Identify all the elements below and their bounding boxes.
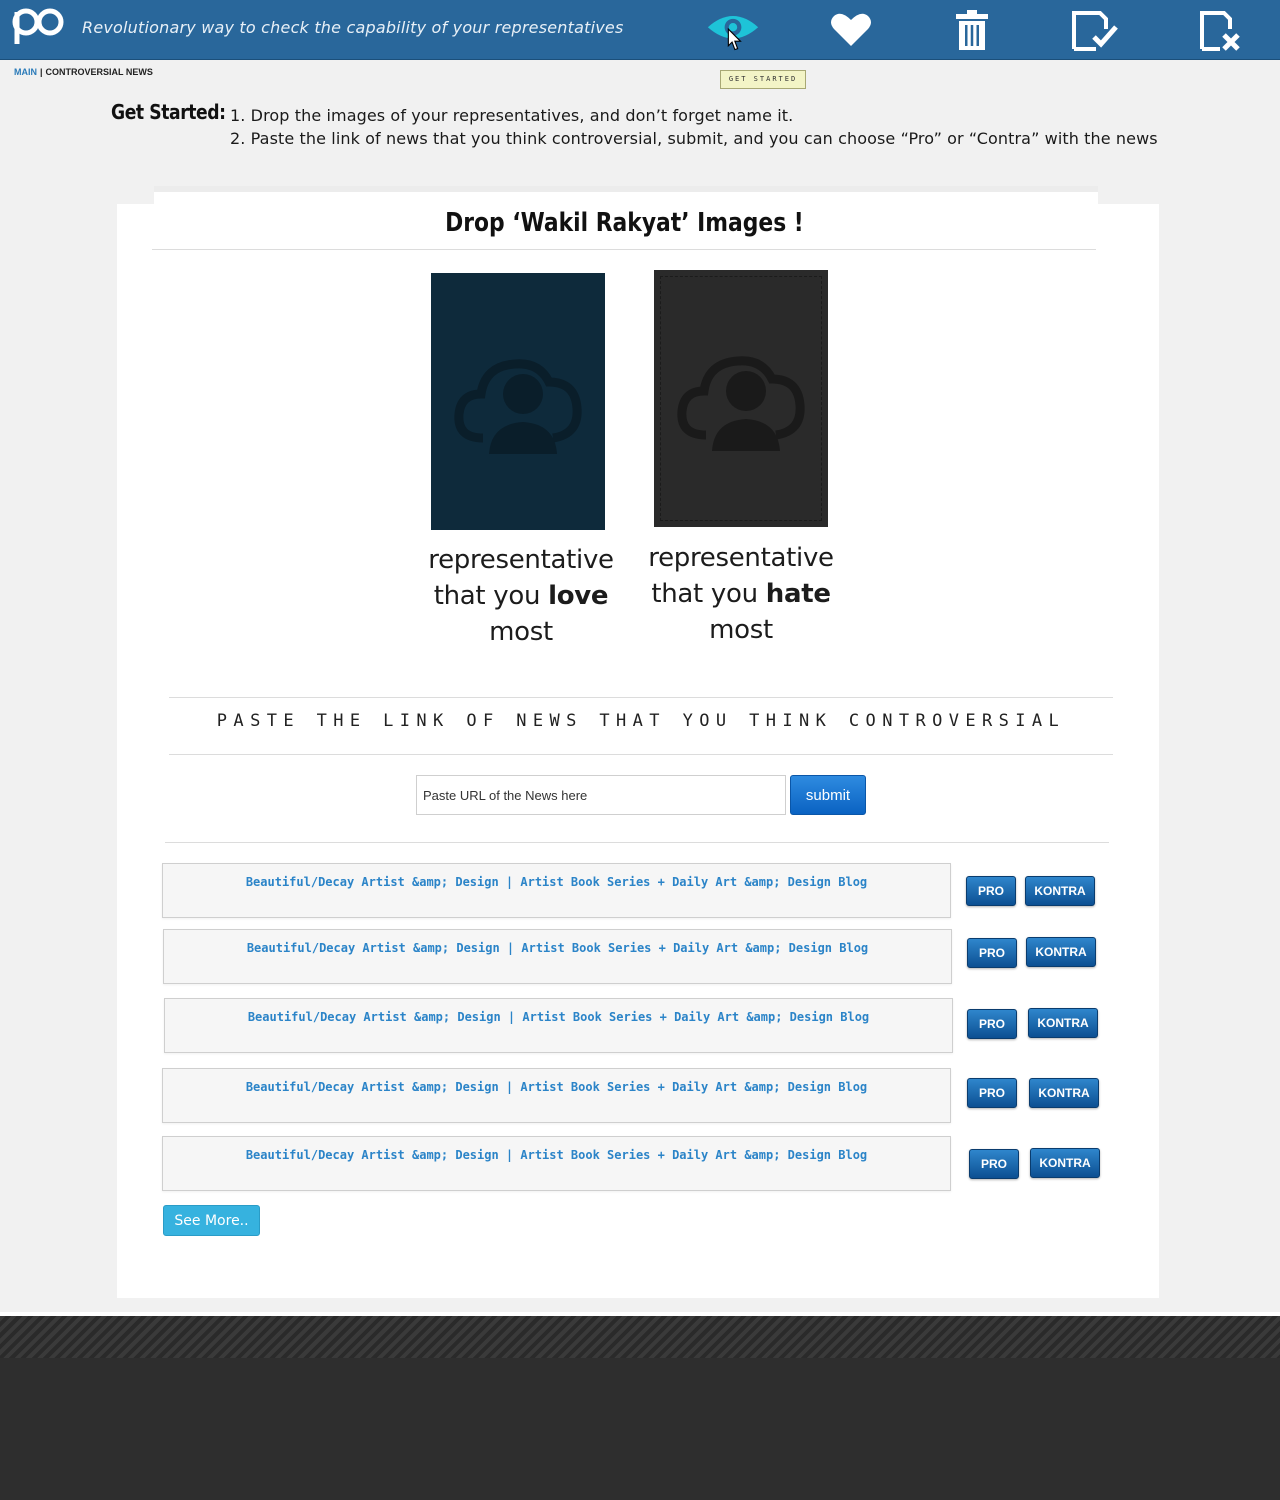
pro-button[interactable]: PRO	[967, 1078, 1017, 1108]
top-bar: Revolutionary way to check the capabilit…	[0, 0, 1280, 60]
pro-button[interactable]: PRO	[969, 1149, 1019, 1179]
footer	[0, 1316, 1280, 1500]
news-url-input[interactable]	[416, 775, 786, 815]
pro-button[interactable]: PRO	[967, 1009, 1017, 1039]
get-started-tooltip: GET STARTED	[720, 70, 806, 89]
breadcrumb-main-link[interactable]: MAIN	[14, 67, 37, 77]
kontra-button[interactable]: KONTRA	[1028, 1008, 1098, 1038]
news-link[interactable]: Beautiful/Decay Artist &amp; Design | Ar…	[164, 941, 951, 955]
paste-link-heading: PASTE THE LINK OF NEWS THAT YOU THINK CO…	[169, 697, 1113, 755]
love-caption: representative that you love most	[428, 545, 614, 647]
step-1: 1. Drop the images of your representativ…	[230, 106, 794, 125]
cloud-user-icon	[454, 358, 582, 454]
see-more-button[interactable]: See More..	[163, 1205, 260, 1236]
document-cross-icon	[1200, 11, 1240, 51]
get-started-title: Get Started:	[111, 100, 226, 124]
hate-representative-dropzone[interactable]	[654, 270, 828, 527]
divider	[165, 842, 1109, 843]
news-link[interactable]: Beautiful/Decay Artist &amp; Design | Ar…	[163, 875, 950, 889]
get-started-steps: 1. Drop the images of your representativ…	[230, 104, 1158, 150]
news-row: Beautiful/Decay Artist &amp; Design | Ar…	[163, 929, 952, 984]
news-row: Beautiful/Decay Artist &amp; Design | Ar…	[164, 998, 953, 1053]
approved-nav-button[interactable]	[1068, 8, 1122, 52]
dashed-border	[660, 276, 822, 521]
po-logo[interactable]	[12, 6, 64, 48]
document-check-icon	[1072, 11, 1118, 51]
breadcrumb: MAIN | CONTROVERSIAL NEWS	[14, 67, 153, 77]
news-link[interactable]: Beautiful/Decay Artist &amp; Design | Ar…	[163, 1080, 950, 1094]
breadcrumb-separator: |	[40, 67, 43, 77]
rejected-nav-button[interactable]	[1194, 8, 1248, 52]
tagline: Revolutionary way to check the capabilit…	[82, 18, 624, 37]
get-started-nav-button[interactable]	[706, 8, 760, 52]
submit-button[interactable]: submit	[790, 775, 866, 815]
drop-images-title: Drop ‘Wakil Rakyat’ Images !	[152, 196, 1096, 250]
news-link[interactable]: Beautiful/Decay Artist &amp; Design | Ar…	[163, 1148, 950, 1162]
favorites-nav-button[interactable]	[824, 8, 878, 52]
news-row: Beautiful/Decay Artist &amp; Design | Ar…	[162, 1136, 951, 1191]
pro-button[interactable]: PRO	[967, 938, 1017, 968]
breadcrumb-current: CONTROVERSIAL NEWS	[45, 67, 153, 77]
pro-button[interactable]: PRO	[966, 876, 1016, 906]
heart-icon	[831, 13, 871, 46]
news-link[interactable]: Beautiful/Decay Artist &amp; Design | Ar…	[165, 1010, 952, 1024]
kontra-button[interactable]: KONTRA	[1029, 1078, 1099, 1108]
step-2: 2. Paste the link of news that you think…	[230, 129, 1158, 148]
kontra-button[interactable]: KONTRA	[1026, 937, 1096, 967]
news-row: Beautiful/Decay Artist &amp; Design | Ar…	[162, 1068, 951, 1123]
trash-icon	[956, 10, 988, 50]
hate-caption: representative that you hate most	[648, 543, 834, 645]
news-row: Beautiful/Decay Artist &amp; Design | Ar…	[162, 863, 951, 918]
love-representative-dropzone[interactable]	[431, 273, 605, 530]
eye-icon	[707, 16, 759, 51]
kontra-button[interactable]: KONTRA	[1025, 876, 1095, 906]
kontra-button[interactable]: KONTRA	[1030, 1148, 1100, 1178]
footer-stripe	[0, 1316, 1280, 1358]
delete-nav-button[interactable]	[945, 8, 999, 52]
